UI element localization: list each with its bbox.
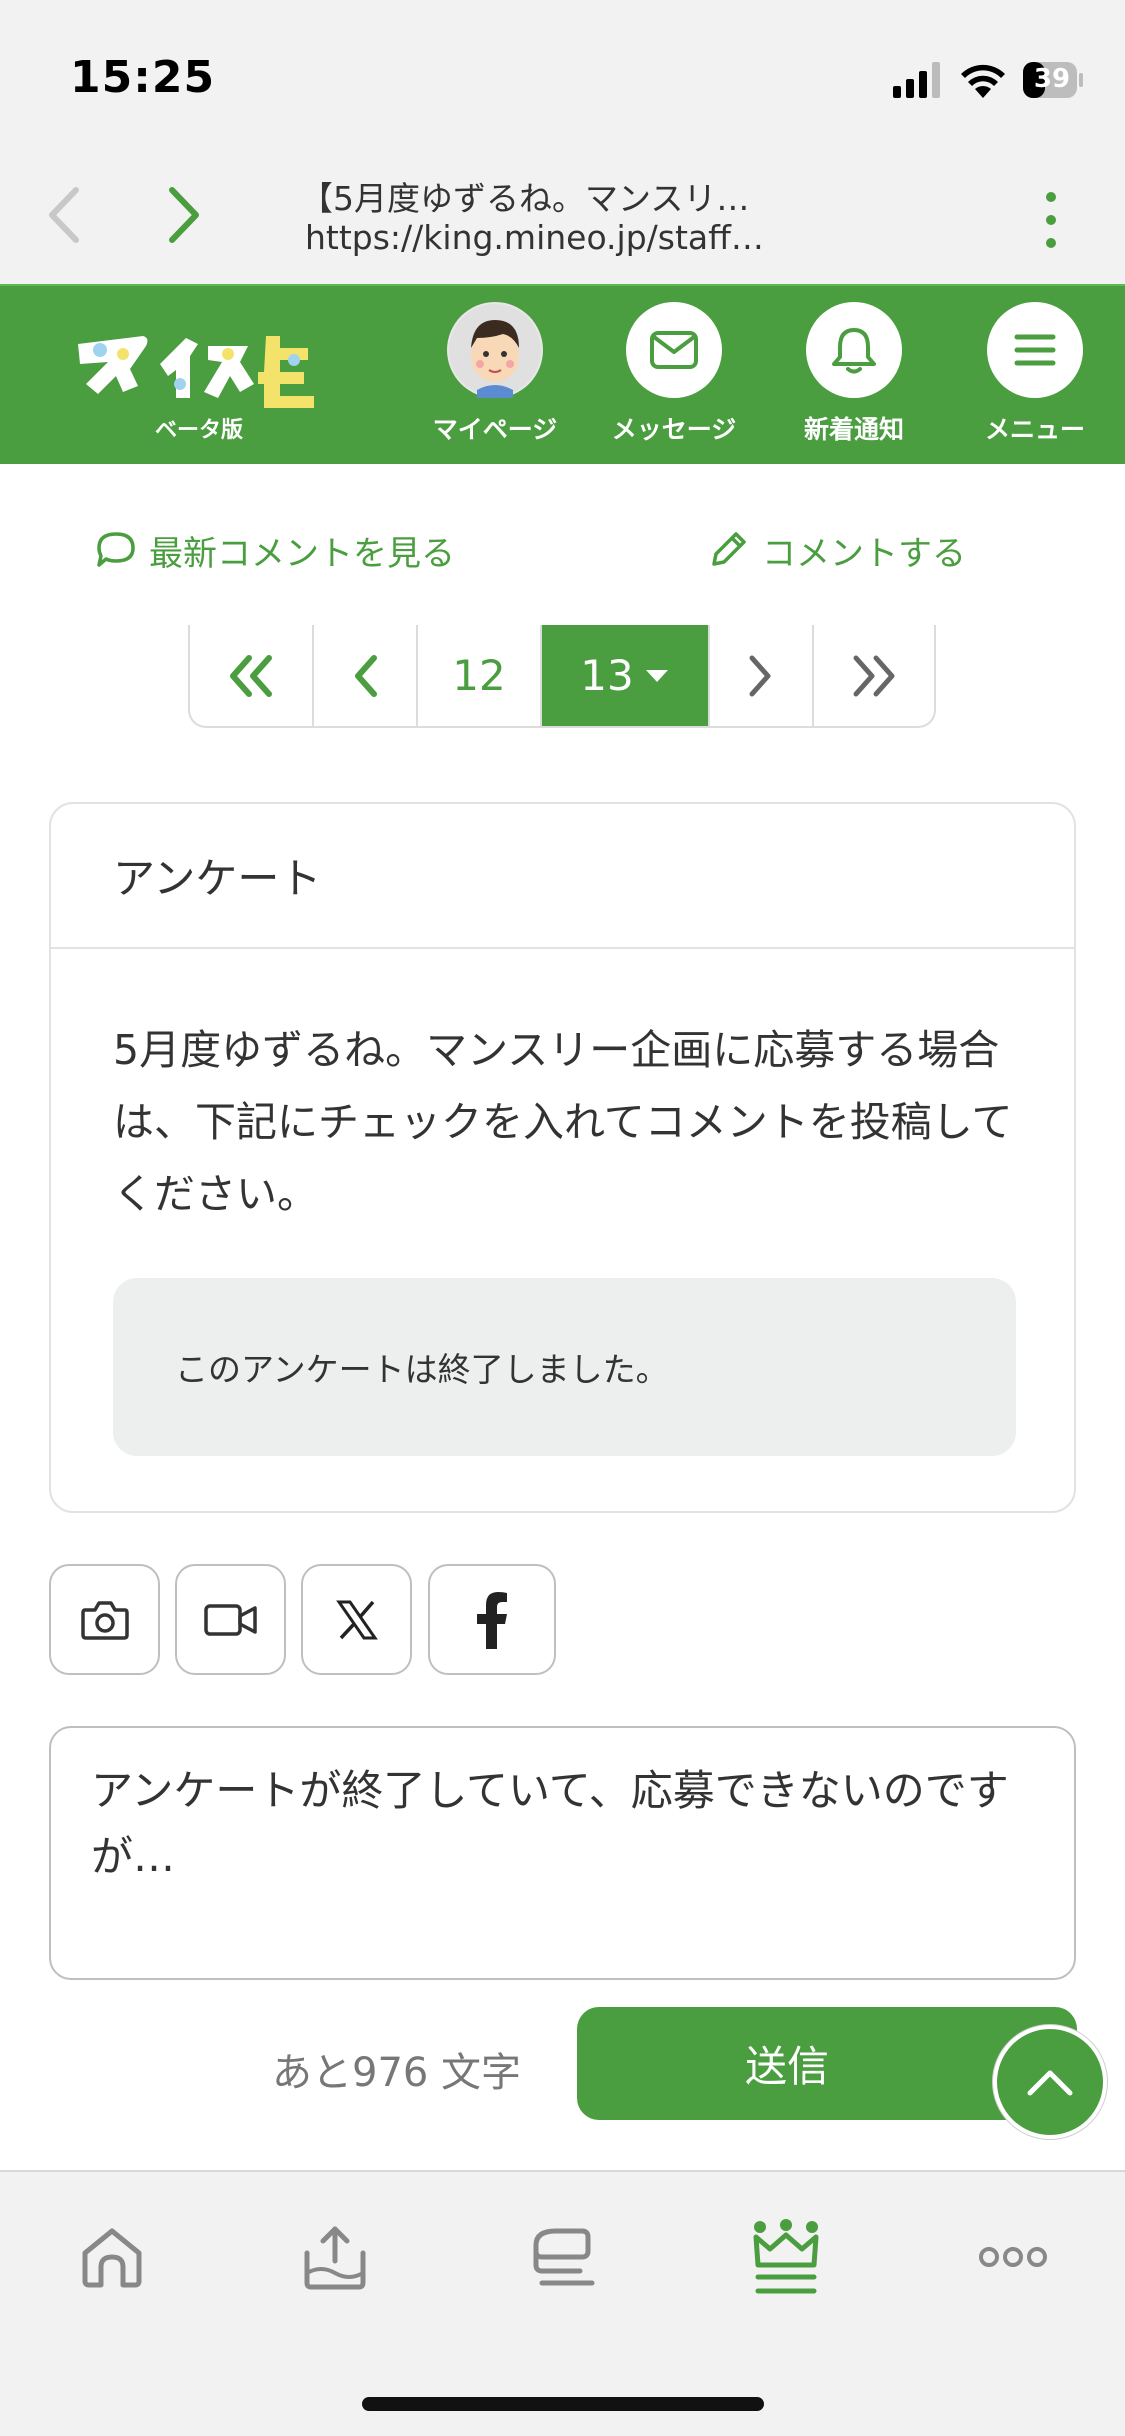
hamburger-icon bbox=[1014, 334, 1056, 366]
more-button[interactable] bbox=[968, 2212, 1058, 2302]
survey-closed-notice: このアンケートは終了しました。 bbox=[113, 1278, 1016, 1456]
page-title[interactable]: 【5月度ゆずるね。マンスリ… bbox=[300, 172, 820, 220]
survey-description: 5月度ゆずるね。マンスリー企画に応募する場合は、下記にチェックを入れてコメントを… bbox=[113, 1026, 1013, 1218]
first-page-button[interactable] bbox=[190, 625, 314, 726]
more-options-icon[interactable] bbox=[1036, 185, 1066, 255]
mypage-label: マイページ bbox=[432, 415, 558, 444]
upload-tray-icon bbox=[304, 2226, 366, 2290]
comment-input[interactable]: アンケートが終了していて、応募できないのですが… bbox=[49, 1726, 1076, 1980]
double-chevron-left-icon bbox=[230, 654, 272, 697]
chevron-right-icon bbox=[749, 655, 771, 696]
latest-comments-link[interactable]: 最新コメントを見る bbox=[95, 525, 455, 575]
bell-icon-circle bbox=[806, 302, 902, 398]
message-icon-circle bbox=[626, 302, 722, 398]
king-app-button[interactable] bbox=[741, 2212, 831, 2302]
back-arrow-icon[interactable] bbox=[40, 180, 90, 250]
logo-beta-label: ベータ版 bbox=[155, 418, 244, 443]
photo-button[interactable] bbox=[49, 1564, 160, 1675]
bell-icon bbox=[832, 328, 876, 374]
menu-button[interactable]: メニュー bbox=[960, 302, 1110, 462]
video-camera-icon bbox=[203, 1603, 257, 1636]
home-button[interactable] bbox=[67, 2212, 157, 2302]
camera-icon bbox=[80, 1600, 129, 1640]
page-12-button[interactable]: 12 bbox=[418, 625, 542, 726]
pagination: 12 13 bbox=[188, 625, 936, 728]
notifications-button[interactable]: 新着通知 bbox=[779, 302, 929, 462]
x-logo-icon bbox=[335, 1600, 378, 1639]
crown-icon bbox=[753, 2219, 819, 2294]
x-share-button[interactable] bbox=[301, 1564, 412, 1675]
double-chevron-right-icon bbox=[853, 655, 895, 696]
tabs-button[interactable] bbox=[517, 2212, 607, 2302]
page: 15:25 39 【5月度ゆずるね。マンスリ… https://king.min… bbox=[0, 0, 1125, 2436]
scroll-to-top-button[interactable] bbox=[993, 2025, 1107, 2139]
write-comment-link[interactable]: コメントする bbox=[706, 525, 966, 575]
chevron-up-icon bbox=[1027, 2070, 1073, 2096]
battery-icon: 39 bbox=[1022, 60, 1084, 100]
latest-comments-label: 最新コメントを見る bbox=[149, 533, 455, 574]
notifications-label: 新着通知 bbox=[803, 415, 904, 444]
app-header: ベータ版 マイページ メッセージ 新着通知 メニュー bbox=[0, 284, 1125, 464]
survey-heading: アンケート bbox=[51, 804, 1074, 949]
wifi-icon bbox=[961, 64, 1005, 98]
current-page-dropdown[interactable]: 13 bbox=[542, 625, 710, 726]
share-button[interactable] bbox=[290, 2212, 380, 2302]
ellipsis-icon bbox=[979, 2247, 1047, 2267]
chevron-left-icon bbox=[355, 654, 377, 697]
address-bar[interactable]: https://king.mineo.jp/staff… bbox=[305, 218, 825, 257]
menu-label: メニュー bbox=[984, 415, 1085, 444]
avatar bbox=[447, 302, 543, 398]
avatar-face-icon bbox=[449, 304, 541, 398]
home-indicator bbox=[362, 2397, 764, 2411]
survey-card: アンケート 5月度ゆずるね。マンスリー企画に応募する場合は、下記にチェックを入れ… bbox=[49, 802, 1076, 1513]
status-bar: 15:25 39 bbox=[0, 0, 1125, 150]
messages-label: メッセージ bbox=[611, 415, 737, 444]
battery-level: 39 bbox=[1033, 64, 1071, 94]
speech-bubble-icon bbox=[97, 532, 135, 567]
messages-button[interactable]: メッセージ bbox=[599, 302, 749, 462]
video-button[interactable] bbox=[175, 1564, 286, 1675]
forward-arrow-icon[interactable] bbox=[158, 180, 208, 250]
caret-down-icon bbox=[645, 669, 668, 682]
prev-page-button[interactable] bbox=[314, 625, 418, 726]
facebook-share-button[interactable] bbox=[428, 1564, 556, 1675]
next-page-button[interactable] bbox=[710, 625, 814, 726]
envelope-icon bbox=[650, 331, 698, 369]
browser-bar: 【5月度ゆずるね。マンスリ… https://king.mineo.jp/sta… bbox=[0, 150, 1125, 284]
cell-signal-icon bbox=[893, 62, 940, 98]
last-page-button[interactable] bbox=[814, 625, 934, 726]
current-page-number: 13 bbox=[580, 651, 634, 700]
pencil-icon bbox=[712, 532, 746, 566]
remaining-characters: あと976 文字 bbox=[272, 2050, 522, 2096]
facebook-logo-icon bbox=[477, 1591, 507, 1649]
status-time: 15:25 bbox=[70, 52, 216, 103]
mypage-button[interactable]: マイページ bbox=[420, 302, 570, 462]
menu-icon-circle bbox=[987, 302, 1083, 398]
tabs-icon bbox=[533, 2228, 595, 2286]
write-comment-label: コメントする bbox=[762, 533, 966, 574]
home-icon bbox=[82, 2228, 142, 2288]
